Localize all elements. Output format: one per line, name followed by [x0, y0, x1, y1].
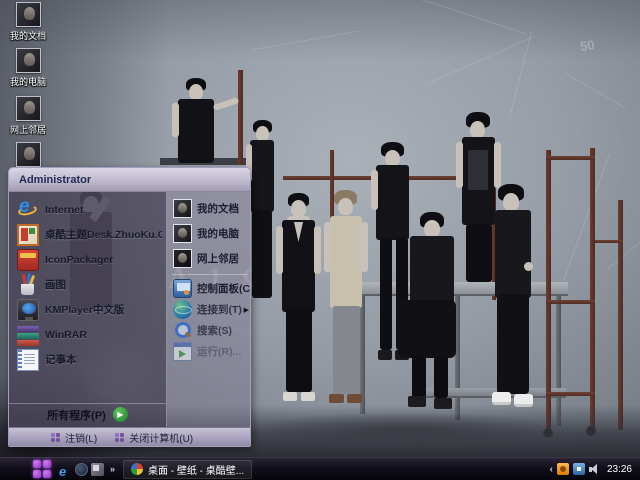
tray-app-orange-icon[interactable]: [556, 463, 569, 475]
menu-item-run[interactable]: 运行(R)...: [167, 341, 250, 362]
menu-item-winrar[interactable]: WinRAR: [9, 322, 166, 347]
menu-item-zhuoku-theme[interactable]: 桌酷主题Desk.ZhuoKu.Com: [9, 222, 166, 247]
iconpackager-icon: [17, 248, 39, 271]
network-places-icon: [173, 249, 192, 268]
start-menu-places-list: 我的文档 我的电脑 网上邻居 控制面板(C) 连接到(T) ▶ 搜索(S) 运行…: [167, 192, 250, 427]
frame-bar: [595, 240, 623, 243]
chalk-line: [564, 72, 626, 109]
menu-item-paint[interactable]: 画图: [9, 272, 166, 297]
shutdown-button[interactable]: 关闭计算机(U): [115, 430, 193, 445]
logoff-icon: [51, 433, 60, 442]
menu-item-notepad[interactable]: 记事本: [9, 347, 166, 372]
desktop-icon-network-places[interactable]: 网上邻居: [0, 96, 56, 136]
quick-launch-overflow-chevron[interactable]: »: [110, 464, 115, 474]
zhuoku-theme-icon: [17, 223, 39, 246]
kmplayer-icon: [17, 298, 39, 321]
show-desktop-icon[interactable]: [91, 462, 104, 476]
menu-item-internet[interactable]: e Internet: [9, 196, 166, 222]
paint-icon: [17, 272, 39, 296]
browser-pinwheel-icon: [131, 463, 144, 475]
taskbar-clock[interactable]: 23:26: [604, 464, 635, 475]
menu-item-my-computer[interactable]: 我的电脑: [167, 221, 250, 246]
chalk-line: [561, 154, 610, 286]
icon-label: 我的电脑: [9, 77, 46, 87]
control-panel-icon: [173, 279, 192, 298]
frame-pole: [590, 148, 595, 430]
menu-item-iconpackager[interactable]: IconPackager: [9, 247, 166, 272]
frame-bar: [546, 392, 595, 396]
frame-bar: [546, 300, 595, 304]
start-menu-header: Administrator: [9, 168, 250, 192]
menu-item-network-places[interactable]: 网上邻居: [167, 246, 250, 271]
winrar-icon: [17, 324, 39, 346]
desktop-screen: 50 A 1 Ω 我的文档 我的电脑 网上邻居 Administrator e …: [0, 0, 640, 480]
my-computer-icon: [15, 48, 41, 73]
desktop-icon-my-documents[interactable]: 我的文档: [0, 2, 56, 42]
tray-collapse-chevron[interactable]: ‹: [550, 464, 553, 475]
start-button[interactable]: [33, 460, 53, 478]
quick-launch-globe-icon[interactable]: [75, 462, 88, 476]
my-computer-icon: [173, 224, 192, 243]
taskbar: e » 桌面 - 壁纸 - 桌酷壁... ‹ 23:26: [0, 457, 640, 480]
menu-item-kmplayer[interactable]: KMPlayer中文版: [9, 297, 166, 322]
run-icon: [173, 342, 192, 361]
tray-app-blue-icon[interactable]: [572, 463, 585, 475]
desktop-icon: [15, 142, 41, 167]
search-magnifier-icon: [173, 321, 192, 340]
volume-speaker-icon[interactable]: [588, 463, 600, 475]
menu-item-connect-to[interactable]: 连接到(T) ▶: [167, 299, 250, 320]
menu-separator: [172, 274, 247, 275]
frame-pole: [546, 150, 551, 432]
frame-bar: [546, 156, 595, 160]
notepad-icon: [17, 348, 39, 371]
start-menu-pinned-list: e Internet 桌酷主题Desk.ZhuoKu.Com IconPacka…: [9, 192, 167, 427]
menu-item-my-documents[interactable]: 我的文档: [167, 196, 250, 221]
quick-launch: e »: [59, 462, 115, 478]
icon-label: 网上邻居: [9, 125, 46, 135]
menu-item-search[interactable]: 搜索(S): [167, 320, 250, 341]
icon-label: 我的文档: [9, 31, 46, 41]
chalk-line: [606, 230, 640, 271]
chalk-number: 50: [579, 37, 596, 54]
shutdown-icon: [115, 433, 125, 442]
my-documents-icon: [15, 2, 41, 27]
frame-pole: [618, 200, 623, 430]
connect-globe-icon: [173, 300, 192, 319]
my-documents-icon: [173, 199, 192, 218]
scaffold-pole: [238, 70, 243, 165]
all-programs-button[interactable]: 所有程序(P) ▶: [9, 403, 166, 427]
quick-launch-ie-icon[interactable]: e: [59, 463, 72, 478]
system-tray: ‹ 23:26: [550, 463, 640, 475]
start-menu-footer: 注销(L) 关闭计算机(U): [9, 427, 250, 446]
all-programs-arrow-icon: ▶: [112, 407, 128, 422]
logoff-button[interactable]: 注销(L): [51, 430, 97, 445]
network-places-icon: [15, 96, 41, 121]
start-menu: Administrator e Internet 桌酷主题Desk.ZhuoKu…: [8, 167, 251, 447]
menu-item-control-panel[interactable]: 控制面板(C): [167, 278, 250, 299]
internet-explorer-icon: e: [17, 196, 39, 221]
user-name: Administrator: [19, 173, 92, 186]
submenu-arrow-icon: ▶: [243, 306, 249, 314]
task-button-wallpaper-window[interactable]: 桌面 - 壁纸 - 桌酷壁...: [123, 459, 253, 479]
wall-shade: [0, 0, 640, 60]
desktop-icon-fourth[interactable]: [0, 142, 56, 169]
desktop-icon-my-computer[interactable]: 我的电脑: [0, 48, 56, 88]
